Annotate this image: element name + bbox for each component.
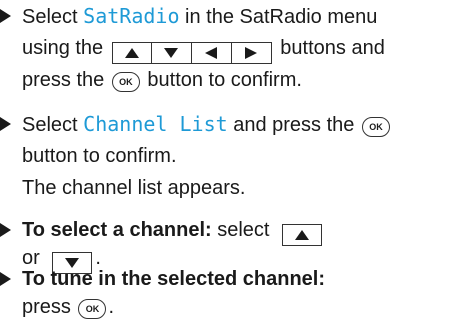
text: press — [22, 296, 71, 318]
text: button to confirm. — [147, 69, 302, 91]
text: buttons and — [280, 37, 385, 59]
text: in the SatRadio menu — [179, 6, 378, 28]
right-arrow-icon — [231, 42, 272, 64]
text: press the — [22, 69, 105, 91]
step-2-line-2: button to confirm. — [22, 145, 177, 167]
ok-button-icon: OK — [361, 117, 390, 137]
bold-lead: To select a channel: — [22, 219, 212, 241]
text: Select — [22, 6, 84, 28]
up-arrow-icon — [282, 224, 323, 246]
step-4-line-2: press OK. — [22, 291, 114, 323]
up-button — [278, 224, 323, 246]
bullet-icon — [0, 9, 11, 23]
text: and press the — [227, 114, 355, 136]
up-arrow-icon — [111, 42, 152, 64]
step-2-line-3: The channel list appears. — [22, 177, 246, 199]
step-1-line-1: Select SatRadio in the SatRadio menu — [22, 0, 377, 33]
bullet-icon — [0, 223, 11, 237]
ok-button-icon: OK — [78, 299, 107, 319]
bullet-icon — [0, 117, 11, 131]
bullet-icon — [0, 272, 11, 286]
step-1-line-3: press the OK button to confirm. — [22, 64, 302, 96]
left-arrow-icon — [191, 42, 232, 64]
step-1-line-2: using the buttons and — [22, 32, 385, 64]
navigation-buttons — [111, 42, 272, 64]
text: select — [211, 219, 270, 241]
text: . — [108, 296, 115, 318]
text: Select — [22, 114, 84, 136]
satradio-keyword: SatRadio — [83, 4, 180, 28]
channel-list-keyword: Channel List — [83, 112, 228, 136]
step-2-line-1: Select Channel List and press the OK — [22, 108, 392, 141]
text: using the — [22, 37, 104, 59]
down-arrow-icon — [151, 42, 192, 64]
ok-button-icon: OK — [111, 72, 140, 92]
